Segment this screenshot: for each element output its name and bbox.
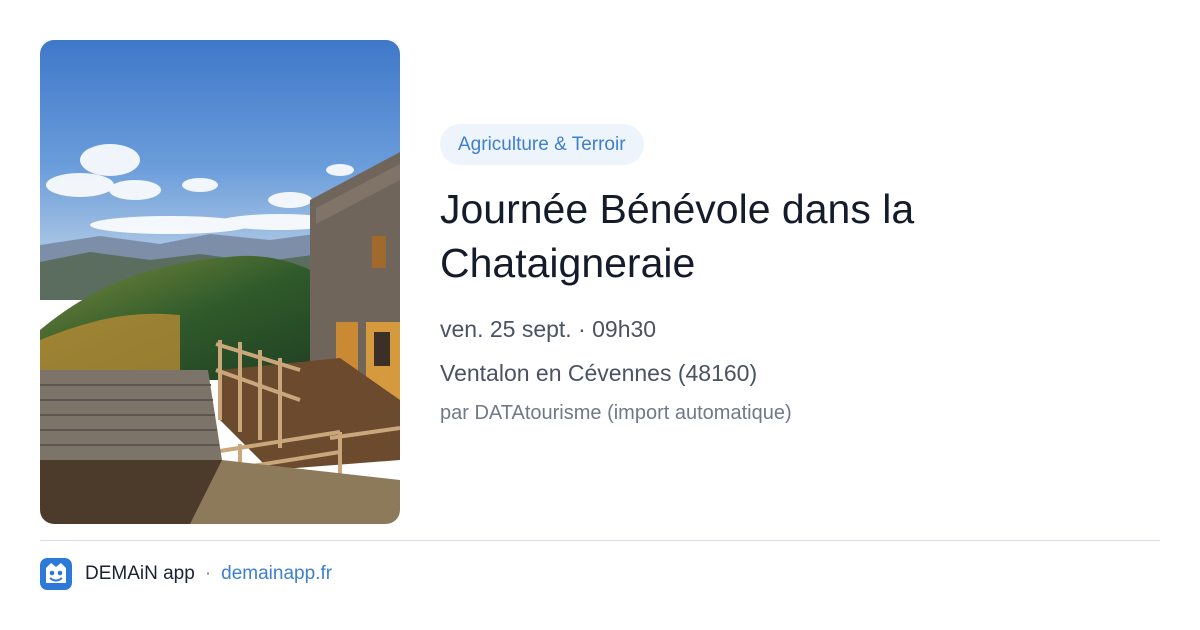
event-source: par DATAtourisme (import automatique) bbox=[440, 402, 792, 424]
demain-app-logo-icon[interactable] bbox=[40, 558, 72, 590]
category-tag[interactable]: Agriculture & Terroir bbox=[440, 124, 644, 165]
app-name: DEMAiN app bbox=[85, 563, 195, 584]
event-title[interactable]: Journée Bénévole dans la Chataigneraie bbox=[440, 182, 1060, 290]
event-location: Ventalon en Cévennes (48160) bbox=[440, 360, 758, 386]
footer-divider bbox=[40, 540, 1160, 541]
event-date: ven. 25 sept. · 09h30 bbox=[440, 316, 657, 342]
event-photo-illustration bbox=[40, 40, 400, 524]
app-url-link[interactable]: demainapp.fr bbox=[221, 563, 332, 585]
footer: DEMAiN app · demainapp.fr bbox=[40, 558, 332, 590]
event-details: Agriculture & Terroir Journée Bénévole d… bbox=[440, 124, 1160, 426]
footer-separator: · bbox=[204, 563, 212, 584]
event-photo[interactable] bbox=[40, 40, 400, 524]
